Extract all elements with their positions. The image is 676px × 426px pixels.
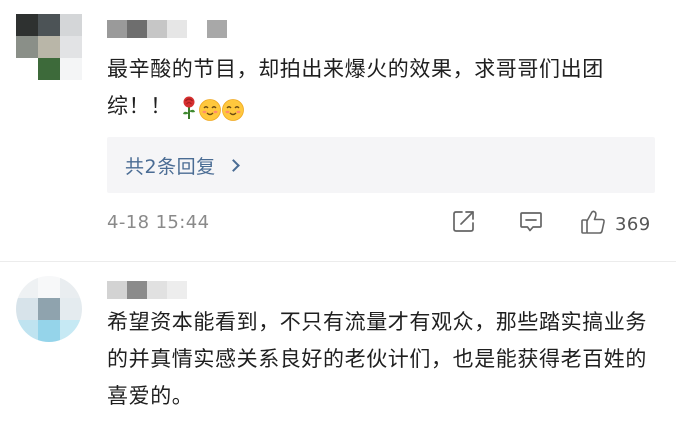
smile-icon [221, 96, 244, 121]
like-count: 369 [615, 213, 651, 235]
reply-count-label: 共2条回复 [125, 155, 216, 178]
share-icon [451, 208, 477, 238]
comment-item: 最辛酸的节目，却拍出来爆火的效果，求哥哥们出团综！！ 共2条回复 4-18 15… [0, 0, 676, 262]
comment-text: 最辛酸的节目，却拍出来爆火的效果，求哥哥们出团综！！ [107, 51, 667, 125]
emoji-group [180, 95, 244, 121]
comment-button[interactable] [518, 208, 544, 238]
like-button[interactable]: 369 [579, 208, 651, 240]
avatar[interactable] [16, 276, 82, 342]
share-button[interactable] [451, 208, 477, 238]
comment-text: 希望资本能看到，不只有流量才有观众，那些踏实搞业务的并真情实感关系良好的老伙计们… [107, 304, 667, 415]
smile-icon [198, 96, 221, 121]
comment-item: 希望资本能看到，不只有流量才有观众，那些踏实搞业务的并真情实感关系良好的老伙计们… [0, 262, 676, 426]
timestamp: 4-18 15:44 [107, 212, 210, 233]
thumbs-up-icon [579, 208, 607, 240]
avatar[interactable] [16, 14, 82, 80]
username[interactable] [107, 281, 191, 299]
username[interactable] [107, 20, 231, 38]
view-replies-button[interactable]: 共2条回复 [107, 137, 655, 193]
comment-icon [518, 208, 544, 238]
comment-body: 希望资本能看到，不只有流量才有观众，那些踏实搞业务的并真情实感关系良好的老伙计们… [107, 310, 647, 408]
rose-icon [180, 95, 198, 119]
chevron-right-icon [226, 159, 240, 172]
comment-meta: 4-18 15:44 369 [107, 206, 655, 242]
